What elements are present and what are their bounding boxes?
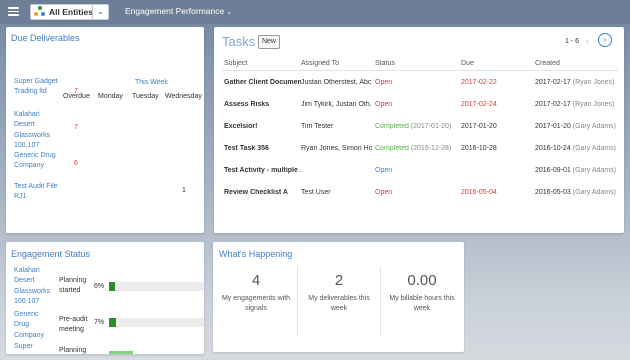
- dashboard-selector[interactable]: Engagement Performance ⌄: [125, 6, 232, 16]
- client-link[interactable]: Generic Drug Company: [14, 151, 59, 172]
- table-row[interactable]: Excelsior! Tim Tester Completed (2017-01…: [214, 123, 624, 145]
- progress-fill: [109, 318, 116, 327]
- engagement-phase: Planning started: [59, 277, 87, 295]
- panel-title: Due Deliverables: [11, 33, 80, 43]
- table-row[interactable]: Gather Client Documen... Justan Otherste…: [214, 79, 624, 101]
- tasks-panel: Tasks New 1 - 6 ‹ › Subject Assigned To …: [214, 27, 624, 233]
- entity-selector[interactable]: All Entities ⌄: [30, 4, 109, 20]
- chevron-right-icon[interactable]: ›: [598, 33, 612, 47]
- task-subject[interactable]: Assess Risks: [224, 101, 301, 108]
- pager-range: 1 - 6: [565, 38, 580, 45]
- client-link[interactable]: Super Gadget Trading ltd: [14, 77, 59, 98]
- task-subject[interactable]: Gather Client Documen...: [224, 79, 301, 86]
- table-row[interactable]: Review Checklist A Test User Open 2016-0…: [214, 189, 624, 211]
- overdue-count[interactable]: 7: [74, 88, 78, 95]
- task-created: 2017-01-20 (Gary Adams): [535, 123, 616, 130]
- new-task-button[interactable]: New: [258, 35, 280, 49]
- column-header: Tuesday: [132, 93, 159, 100]
- column-header[interactable]: Created: [535, 60, 560, 67]
- dashboard-title: Engagement Performance: [125, 6, 225, 16]
- engagement-status-panel: Engagement Status Kalahari Desert Glassw…: [6, 242, 204, 354]
- table-row[interactable]: Test Task 356 Ryan Jones, Simon Ho... Co…: [214, 145, 624, 167]
- task-status: Completed (2017-01-20): [375, 123, 452, 130]
- column-header[interactable]: Status: [375, 60, 395, 67]
- hamburger-menu-icon[interactable]: [8, 7, 19, 16]
- stat-label: My deliverables this week: [308, 295, 370, 312]
- engagement-percent: 6%: [94, 283, 105, 290]
- task-subject[interactable]: Test Task 356: [224, 145, 301, 152]
- table-row[interactable]: Assess Risks Jim Tykirk, Justan Oth... O…: [214, 101, 624, 123]
- task-due: 2017-01-20: [461, 123, 497, 130]
- task-subject[interactable]: Excelsior!: [224, 123, 301, 130]
- client-link[interactable]: Test Audit File RJ1: [14, 182, 59, 203]
- table-row[interactable]: Test Activity - multiple ... Open 2016-0…: [214, 167, 624, 189]
- divider: [222, 70, 618, 71]
- client-link[interactable]: Kalahari Desert Glassworks 100.107: [14, 110, 59, 151]
- stat-value: 4: [251, 272, 261, 289]
- client-link[interactable]: Super: [14, 342, 54, 352]
- progress-bar: [109, 351, 204, 354]
- column-header: Wednesday: [165, 93, 202, 100]
- panel-title: Tasks: [222, 34, 256, 49]
- engagement-percent: 7%: [94, 319, 105, 326]
- entity-selector-label: All Entities: [49, 7, 93, 17]
- chevron-left-icon[interactable]: ‹: [586, 36, 589, 46]
- task-created: 2016-09-01 (Gary Adams): [535, 167, 616, 174]
- task-status: Completed (2016-12-28): [375, 145, 452, 152]
- stat-label: My engagements with signals: [221, 295, 291, 312]
- task-assignees: Justan Otherstest, Abc...: [301, 79, 372, 86]
- client-link[interactable]: Generic Drug Company: [14, 310, 54, 341]
- engagement-phase: Pre-audit meeting: [59, 316, 88, 334]
- task-due: 2016-05-04: [461, 189, 497, 196]
- task-created: 2017-02-17 (Ryan Jones): [535, 101, 615, 108]
- overdue-count[interactable]: 7: [74, 124, 78, 131]
- stat-value: 2: [334, 272, 344, 289]
- chevron-down-icon[interactable]: ⌄: [92, 5, 108, 19]
- task-subject[interactable]: Test Activity - multiple ...: [224, 167, 301, 174]
- task-assignees: Tim Tester: [301, 123, 334, 130]
- column-header[interactable]: Due: [461, 60, 474, 67]
- task-created: 2016-10-24 (Gary Adams): [535, 145, 616, 152]
- stat-deliverables-week[interactable]: 2 My deliverables this week: [298, 264, 380, 344]
- chevron-down-icon: ⌄: [226, 9, 233, 16]
- task-due: 2017-02-22: [461, 79, 497, 86]
- column-header[interactable]: Subject: [224, 60, 247, 67]
- task-created: 2017-02-17 (Ryan Jones): [535, 79, 615, 86]
- this-week-label: This Week: [135, 79, 168, 86]
- column-header: Monday: [98, 93, 123, 100]
- wednesday-count[interactable]: 1: [182, 187, 186, 194]
- entities-icon: [34, 6, 46, 18]
- progress-fill: [109, 351, 133, 354]
- progress-fill: [109, 282, 115, 291]
- progress-bar: [109, 318, 204, 327]
- column-header[interactable]: Assigned To: [301, 60, 339, 67]
- task-assignees: Ryan Jones, Simon Ho...: [301, 145, 372, 152]
- panel-title: Engagement Status: [11, 249, 91, 259]
- client-link[interactable]: Kalahari Desert Glassworks 100.107: [14, 266, 54, 307]
- task-assignees: Jim Tykirk, Justan Oth...: [301, 101, 372, 108]
- stat-label: My billable hours this week: [389, 295, 455, 312]
- task-status: Open: [375, 101, 393, 108]
- task-due: 2017-02-24: [461, 101, 497, 108]
- stat-value: 0.00: [407, 272, 437, 289]
- task-due: 2016-10-28: [461, 145, 497, 152]
- task-subject[interactable]: Review Checklist A: [224, 189, 301, 196]
- task-created: 2016-05-03 (Gary Adams): [535, 189, 616, 196]
- task-status: Open: [375, 79, 393, 86]
- panel-title: What's Happening: [219, 249, 293, 259]
- progress-bar: [109, 282, 204, 291]
- task-status: Open: [375, 189, 393, 196]
- overdue-count[interactable]: 6: [74, 160, 78, 167]
- whats-happening-panel: What's Happening 4 My engagements with s…: [213, 242, 464, 352]
- task-assignees: Test User: [301, 189, 331, 196]
- stat-billable-hours[interactable]: 0.00 My billable hours this week: [381, 264, 463, 344]
- stat-engagements-signals[interactable]: 4 My engagements with signals: [215, 264, 297, 344]
- top-bar: All Entities ⌄ Engagement Performance ⌄: [0, 0, 630, 24]
- due-deliverables-panel: Due Deliverables This Week Overdue Monda…: [6, 27, 204, 233]
- engagement-phase: Planning: [59, 347, 87, 354]
- task-status: Open: [375, 167, 393, 174]
